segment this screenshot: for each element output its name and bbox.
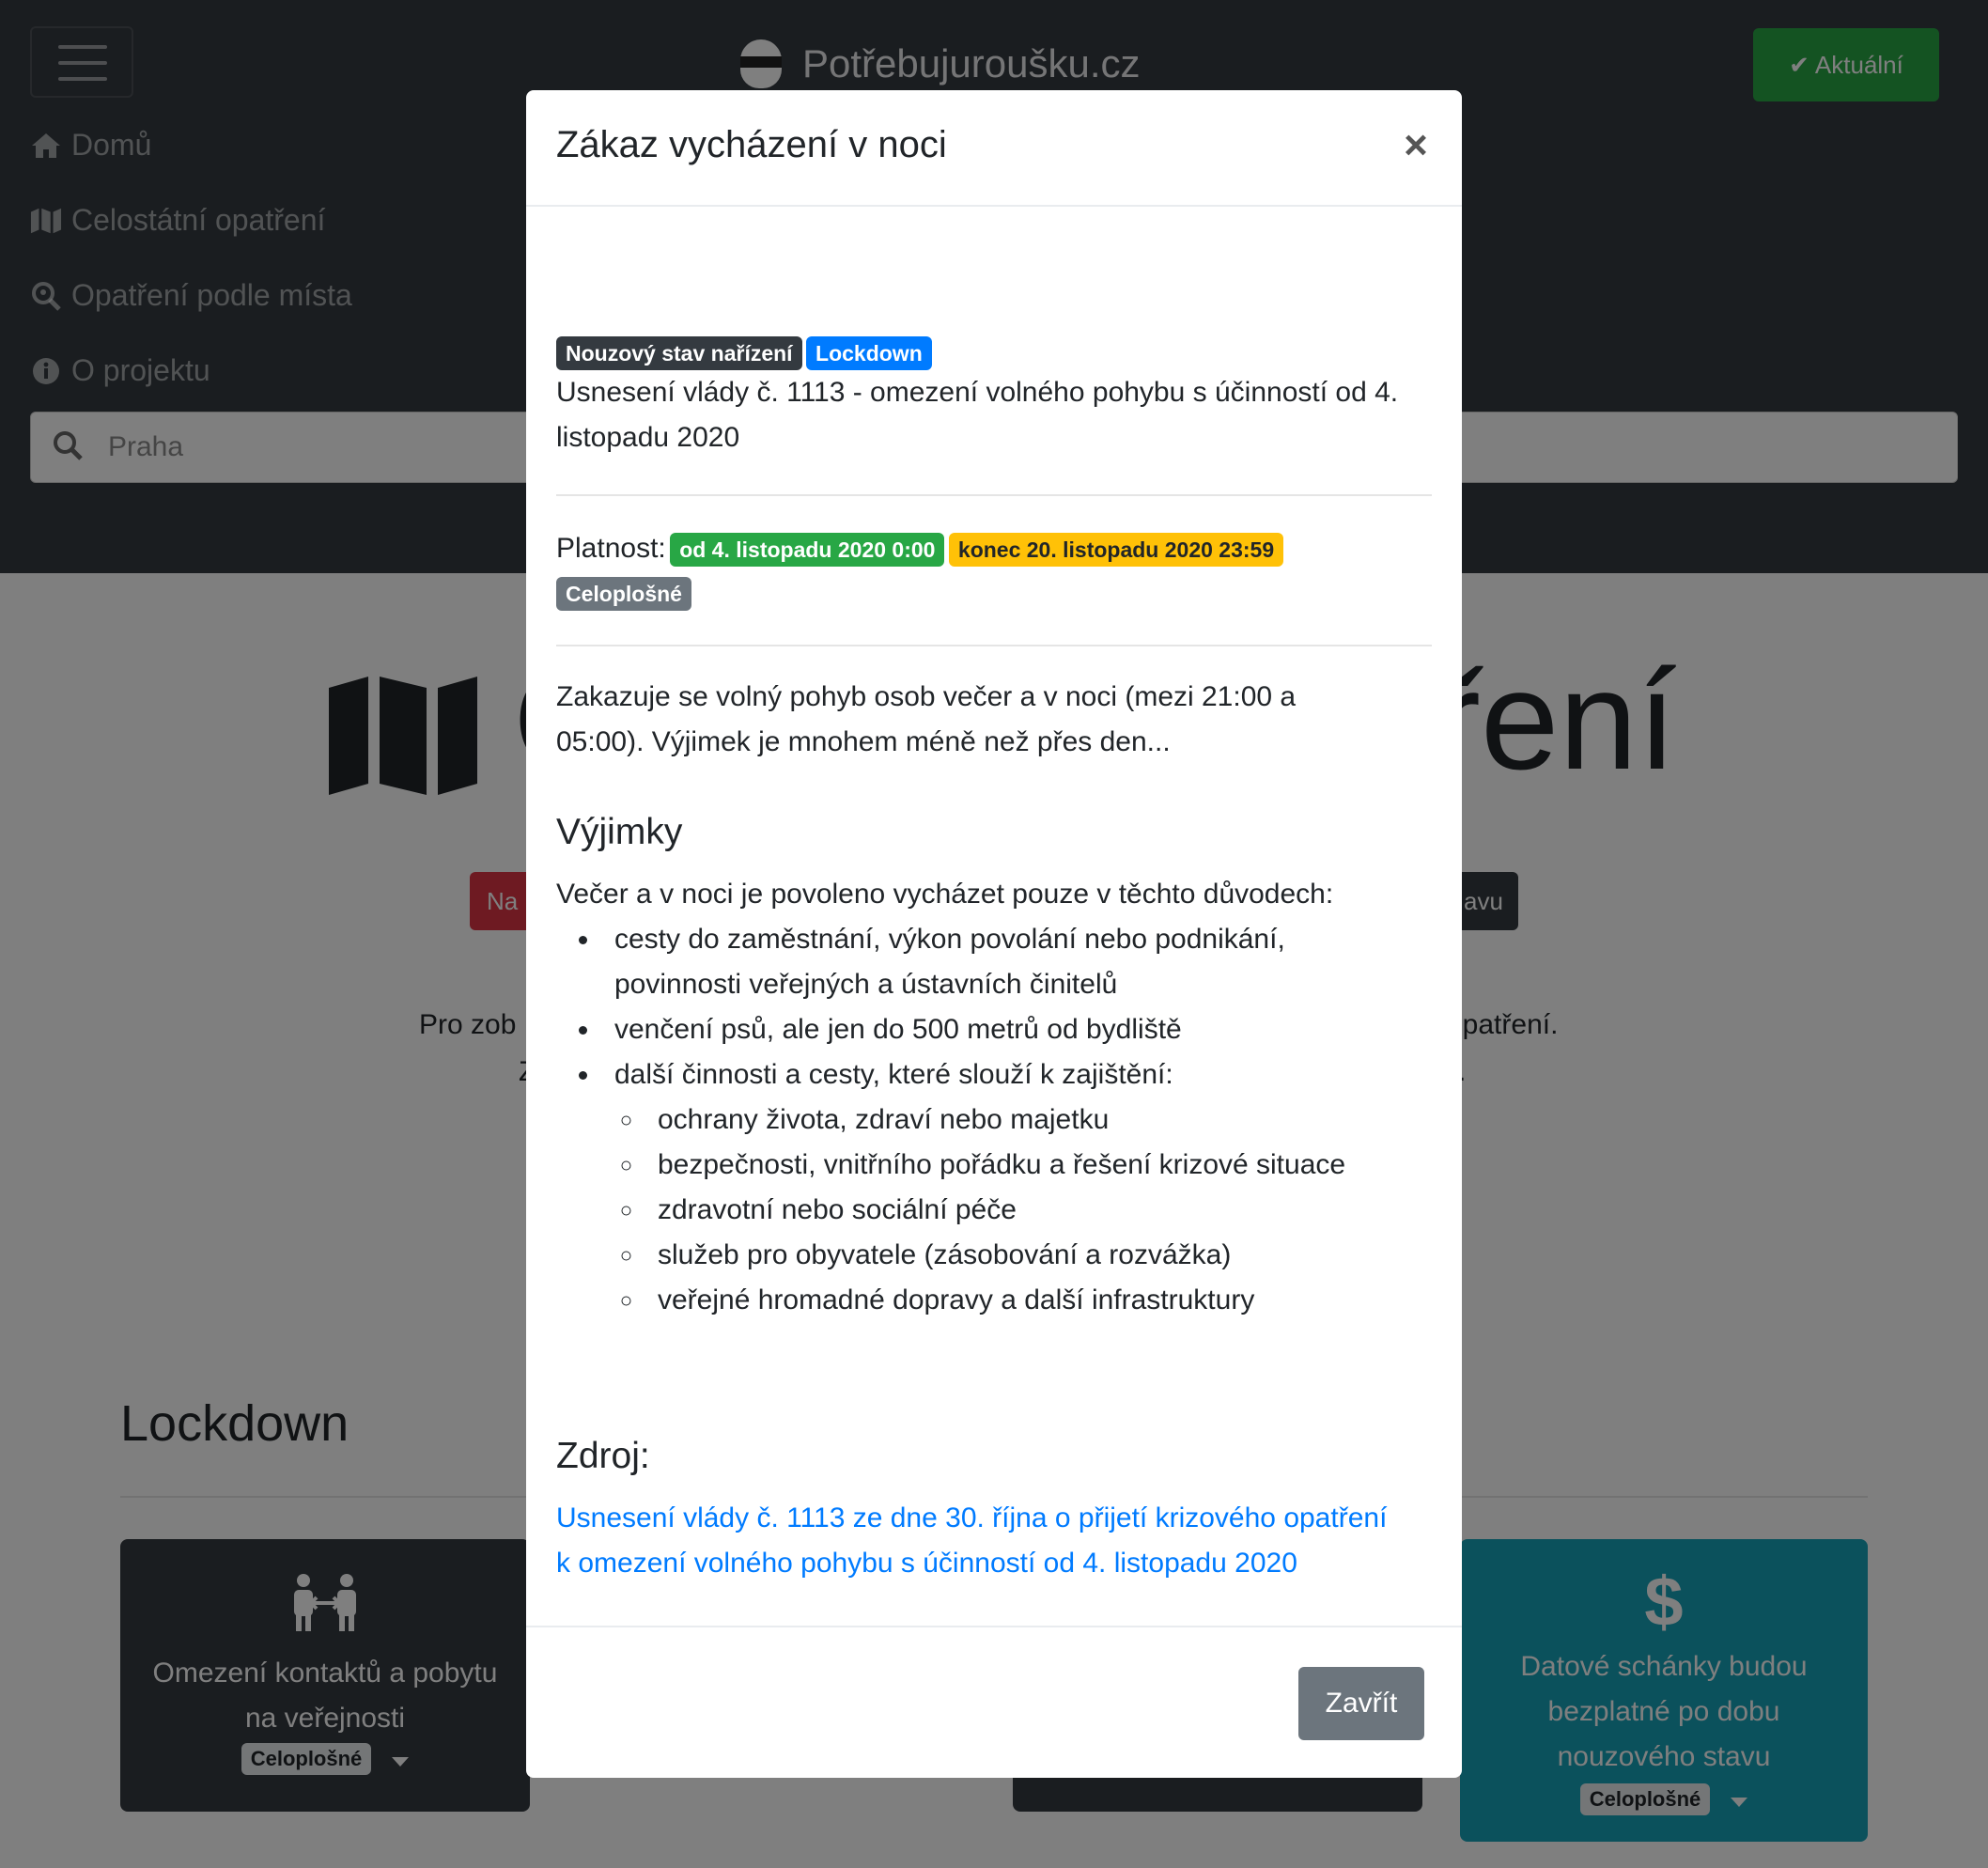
source-wrap: Usnesení vlády č. 1113 ze dne 30. října … <box>556 1496 1402 1586</box>
list-item: cesty do zaměstnání, výkon povolání nebo… <box>601 917 1402 1007</box>
validity-row: Platnost: od 4. listopadu 2020 0:00 kone… <box>556 526 1432 576</box>
divider <box>556 494 1432 496</box>
list-item: ochrany života, zdraví nebo majetku <box>645 1097 1402 1143</box>
sub-exceptions-list: ochrany života, zdraví nebo majetku bezp… <box>614 1097 1402 1323</box>
close-button[interactable]: Zavřít <box>1298 1667 1424 1740</box>
tag-row: Nouzový stav nařízení Lockdown <box>556 336 1432 370</box>
exceptions-intro: Večer a v noci je povoleno vycházet pouz… <box>556 879 1334 910</box>
scope-badge: Celoplošné <box>556 577 691 611</box>
modal-title: Zákaz vycházení v noci <box>556 124 947 165</box>
measure-description: Zakazuje se volný pohyb osob večer a v n… <box>556 681 1297 757</box>
list-item: bezpečnosti, vnitřního pořádku a řešení … <box>645 1143 1402 1188</box>
divider <box>556 645 1432 646</box>
valid-from-badge: od 4. listopadu 2020 0:00 <box>670 533 945 567</box>
list-item-text: další činnosti a cesty, které slouží k z… <box>614 1059 1173 1090</box>
exceptions-heading: Výjimky <box>556 812 683 852</box>
list-item: veřejné hromadné dopravy a další infrast… <box>645 1278 1402 1323</box>
modal-footer: Zavřít <box>526 1626 1462 1778</box>
source-link[interactable]: Usnesení vlády č. 1113 ze dne 30. října … <box>556 1502 1387 1579</box>
source-heading: Zdroj: <box>556 1436 650 1476</box>
exceptions-list-wrap: cesty do zaměstnání, výkon povolání nebo… <box>556 917 1402 1323</box>
list-item: služeb pro obyvatele (zásobování a rozvá… <box>645 1233 1402 1278</box>
exceptions-list: cesty do zaměstnání, výkon povolání nebo… <box>556 917 1402 1323</box>
valid-to-badge: konec 20. listopadu 2020 23:59 <box>948 533 1284 567</box>
measure-summary: Usnesení vlády č. 1113 - omezení volného… <box>556 377 1399 453</box>
list-item: další činnosti a cesty, které slouží k z… <box>601 1052 1402 1323</box>
tag-badge: Nouzový stav nařízení <box>556 336 802 370</box>
list-item: zdravotní nebo sociální péče <box>645 1188 1402 1233</box>
validity-label: Platnost: <box>556 533 666 564</box>
modal-header: Zákaz vycházení v noci × <box>526 90 1462 207</box>
scope-row: Celoplošné <box>556 577 691 611</box>
list-item: venčení psů, ale jen do 500 metrů od byd… <box>601 1007 1402 1052</box>
close-icon[interactable]: × <box>1392 122 1439 169</box>
tag-badge: Lockdown <box>806 336 932 370</box>
measure-detail-modal: Zákaz vycházení v noci × Nouzový stav na… <box>526 90 1462 1778</box>
